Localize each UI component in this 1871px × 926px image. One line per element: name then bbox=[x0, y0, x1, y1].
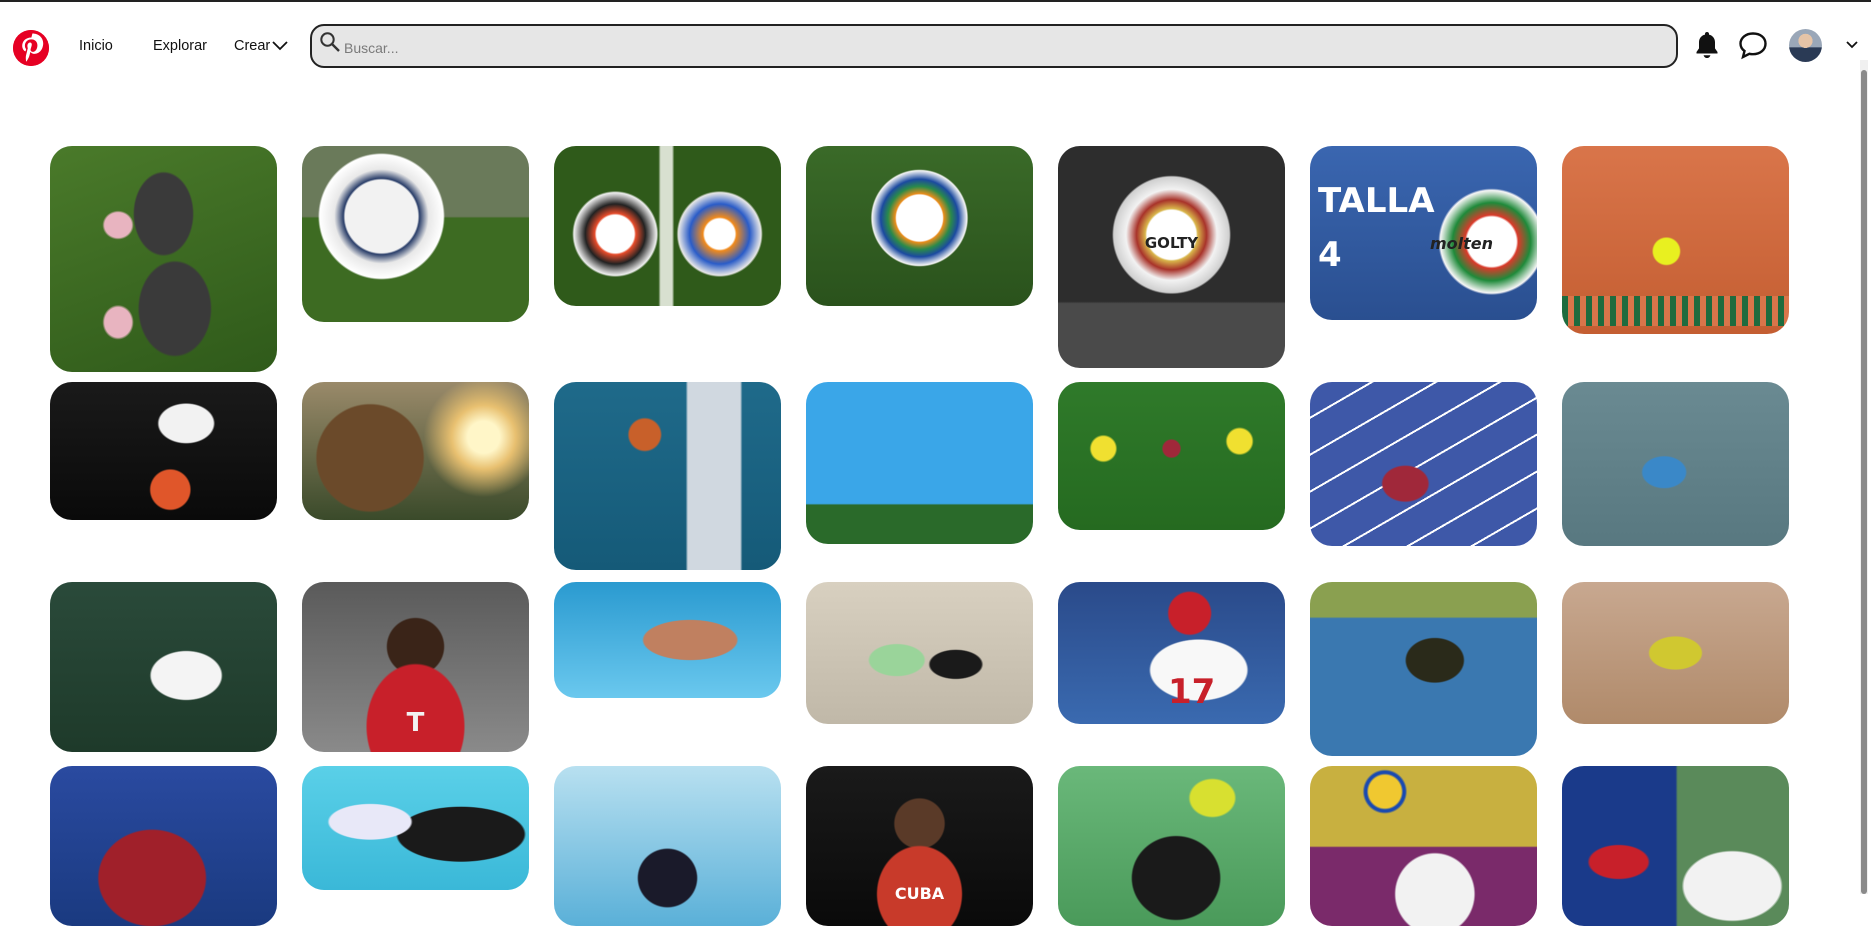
talla-size-text: TALLA 4 bbox=[1318, 181, 1435, 275]
chevron-down-icon bbox=[272, 41, 288, 51]
jersey-number-text: 17 bbox=[1168, 672, 1216, 712]
pin-long-jumper-sky[interactable] bbox=[806, 382, 1033, 544]
pin-sprinter-track[interactable] bbox=[1310, 382, 1537, 546]
pin-soccer-match[interactable] bbox=[1058, 382, 1285, 530]
molten-brand-text: molten bbox=[1430, 234, 1494, 253]
scrollbar-thumb[interactable] bbox=[1861, 70, 1867, 894]
nav-explore[interactable]: Explorar bbox=[153, 38, 207, 54]
account-chevron-down-icon[interactable] bbox=[1845, 40, 1859, 50]
pin-long-jump-sand[interactable] bbox=[1562, 582, 1789, 724]
search-icon bbox=[320, 32, 340, 52]
nav-home[interactable]: Inicio bbox=[79, 38, 113, 54]
search-bar[interactable] bbox=[310, 24, 1678, 68]
pin-basketball-sunset[interactable] bbox=[302, 382, 529, 520]
pin-volleyball-talla[interactable]: TALLA 4 molten bbox=[1310, 146, 1537, 320]
pin-cyclists[interactable] bbox=[1562, 766, 1789, 926]
chat-bubble-icon[interactable] bbox=[1737, 30, 1769, 60]
avatar[interactable] bbox=[1789, 29, 1822, 62]
pin-tennis-player[interactable] bbox=[1562, 382, 1789, 546]
pin-phelps-medal[interactable] bbox=[50, 766, 277, 926]
pin-tennis-players-net[interactable] bbox=[806, 582, 1033, 724]
pin-basketball-hoop-dark[interactable] bbox=[50, 382, 277, 520]
pin-two-soccer-balls[interactable] bbox=[554, 146, 781, 306]
pin-jamaica-sprinter[interactable] bbox=[1310, 582, 1537, 756]
pin-nadal-wimbledon[interactable] bbox=[50, 582, 277, 752]
nav-create[interactable]: Crear bbox=[234, 38, 289, 54]
pin-lebron-shoe[interactable] bbox=[302, 766, 529, 890]
pin-tennis-ball-net[interactable] bbox=[1562, 146, 1789, 334]
jersey-logo-text: T bbox=[406, 708, 425, 738]
bell-icon[interactable] bbox=[1694, 30, 1720, 60]
pin-baseball-player[interactable]: 17 bbox=[1058, 582, 1285, 724]
pin-brazuca-ball[interactable] bbox=[806, 146, 1033, 306]
pin-golty-ball[interactable]: GOLTY bbox=[1058, 146, 1285, 368]
header: Inicio Explorar Crear bbox=[0, 2, 1871, 92]
nav-create-label: Crear bbox=[234, 38, 271, 54]
pin-swimmer-butterfly[interactable] bbox=[554, 582, 781, 698]
pin-soccer-ball-grass[interactable] bbox=[302, 146, 529, 322]
pinterest-logo-icon[interactable] bbox=[13, 30, 49, 66]
pin-swimmer-pool[interactable] bbox=[554, 766, 781, 926]
search-input[interactable] bbox=[342, 36, 1646, 60]
pin-serena-racket[interactable] bbox=[1058, 766, 1285, 926]
pin-cuba-wrestler[interactable]: CUBA bbox=[806, 766, 1033, 926]
pin-soccer-cleats[interactable] bbox=[50, 146, 277, 372]
pin-bayern-player[interactable]: T bbox=[302, 582, 529, 752]
golty-logo-text: GOLTY bbox=[1144, 234, 1199, 252]
pin-basketball-backboard[interactable] bbox=[554, 382, 781, 570]
pin-volleyball-player[interactable] bbox=[1310, 766, 1537, 926]
